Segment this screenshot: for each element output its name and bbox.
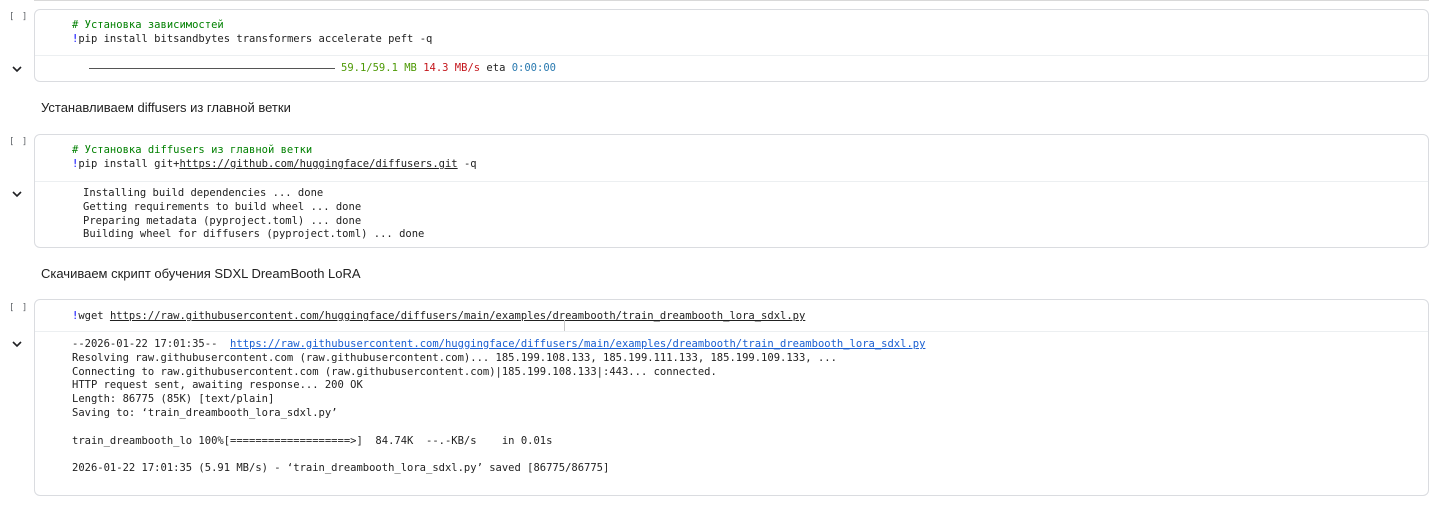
code-editor-3[interactable]: !wget https://raw.githubusercontent.com/…: [72, 309, 805, 323]
eta-label: eta: [486, 62, 506, 74]
code-cell-3[interactable]: !wget https://raw.githubusercontent.com/…: [34, 299, 1429, 496]
wget-url-link[interactable]: https://raw.githubusercontent.com/huggin…: [230, 338, 925, 350]
code-cell-2[interactable]: # Установка diffusers из главной ветки !…: [34, 134, 1429, 248]
wget-timestamp: --2026-01-22 17:01:35--: [72, 338, 231, 350]
code-cell-1[interactable]: # Установка зависимостей !pip install bi…: [34, 9, 1429, 82]
chevron-down-icon[interactable]: [11, 63, 23, 75]
code-line: pip install bitsandbytes transformers ac…: [78, 33, 433, 45]
code-url[interactable]: https://github.com/huggingface/diffusers…: [179, 158, 457, 170]
output-line: Getting requirements to build wheel ... …: [83, 200, 362, 213]
markdown-text-1: Устанавливаем diffusers из главной ветки: [41, 100, 291, 115]
cell-2-run-button[interactable]: [ ]: [9, 137, 28, 147]
output-line: Saving to: ‘train_dreambooth_lora_sdxl.p…: [72, 406, 338, 419]
download-size: 59.1/59.1 MB: [341, 62, 417, 74]
code-comment: # Установка diffusers из главной ветки: [72, 144, 313, 156]
cell-1-output: 59.1/59.1 MB 14.3 MB/s eta 0:00:00: [89, 62, 556, 76]
cell-2-output: Installing build dependencies ... done G…: [83, 187, 424, 242]
markdown-text-2: Скачиваем скрипт обучения SDXL DreamBoot…: [41, 266, 361, 281]
code-prefix: wget: [78, 310, 110, 322]
wget-saved-line: 2026-01-22 17:01:35 (5.91 MB/s) - ‘train…: [72, 462, 610, 475]
output-line: Length: 86775 (85K) [text/plain]: [72, 393, 275, 406]
code-prefix: pip install git+: [78, 158, 180, 170]
code-url[interactable]: https://raw.githubusercontent.com/huggin…: [110, 310, 805, 322]
output-divider: [35, 331, 1428, 332]
code-editor-2[interactable]: # Установка diffusers из главной ветки !…: [72, 143, 477, 171]
cell-3-run-button[interactable]: [ ]: [9, 303, 28, 313]
output-line: Building wheel for diffusers (pyproject.…: [83, 228, 425, 241]
chevron-down-icon[interactable]: [11, 338, 23, 350]
output-line: Connecting to raw.githubusercontent.com …: [72, 365, 717, 378]
top-divider: [34, 0, 1429, 1]
download-progress-bar: [89, 67, 335, 69]
download-speed: 14.3 MB/s: [423, 62, 481, 74]
output-line: Resolving raw.githubusercontent.com (raw…: [72, 351, 837, 364]
code-suffix: -q: [457, 158, 477, 170]
output-line: Preparing metadata (pyproject.toml) ... …: [83, 214, 362, 227]
chevron-down-icon[interactable]: [11, 188, 23, 200]
cell-3-output: --2026-01-22 17:01:35-- https://raw.gith…: [72, 338, 925, 476]
output-line: HTTP request sent, awaiting response... …: [72, 379, 363, 392]
wget-progress-line: train_dreambooth_lo 100%[===============…: [72, 434, 553, 447]
output-divider: [35, 181, 1428, 182]
code-editor-1[interactable]: # Установка зависимостей !pip install bi…: [72, 18, 432, 46]
output-divider: [35, 55, 1428, 56]
eta-value: 0:00:00: [511, 62, 556, 74]
code-comment: # Установка зависимостей: [72, 19, 224, 31]
output-line: Installing build dependencies ... done: [83, 187, 324, 199]
notebook-page: [ ] # Установка зависимостей !pip instal…: [0, 0, 1440, 508]
cell-1-run-button[interactable]: [ ]: [9, 12, 28, 22]
